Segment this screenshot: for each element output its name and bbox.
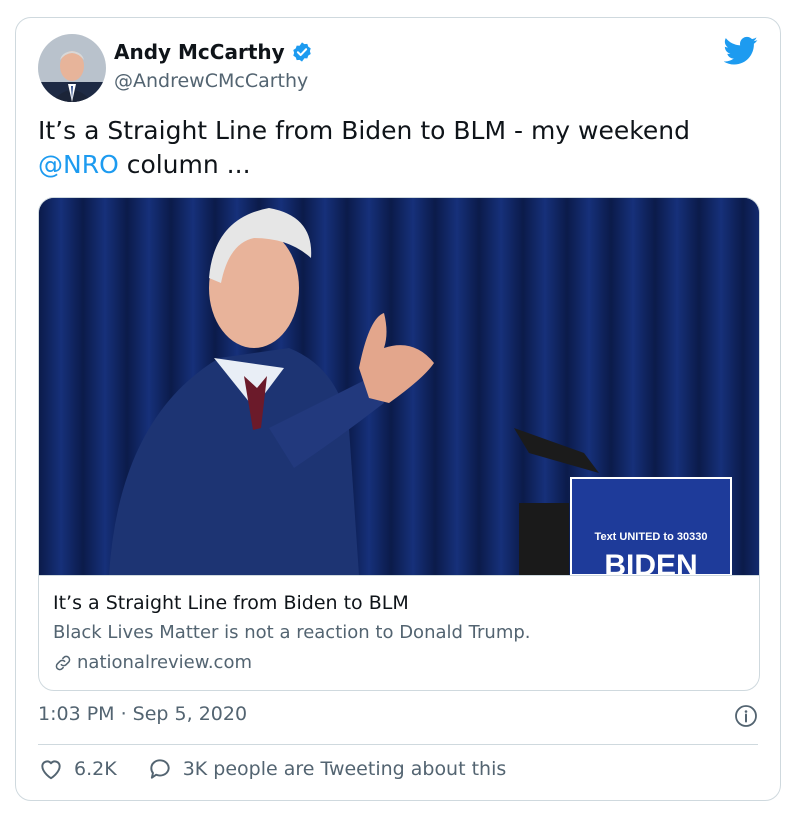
action-bar: 6.2K 3K people are Tweeting about this [38,756,536,782]
verified-badge-icon [292,42,311,62]
tweet-text-part: column ... [118,150,251,179]
tweeting-about-link[interactable]: 3K people are Tweeting about this [147,756,507,782]
tweet-text: It’s a Straight Line from Biden to BLM -… [38,114,758,182]
link-title: It’s a Straight Line from Biden to BLM [53,592,409,614]
heart-icon [41,760,61,780]
avatar[interactable] [38,34,106,102]
link-domain-text: nationalreview.com [77,652,252,673]
link-domain: nationalreview.com [53,650,745,676]
link-icon [55,655,71,671]
tweet-timestamp[interactable]: 1:03 PM · Sep 5, 2020 [38,703,247,725]
podium-sign-word: BIDEN [604,549,697,575]
link-preview-meta: It’s a Straight Line from Biden to BLM B… [39,575,759,690]
mention-link[interactable]: @NRO [38,150,119,179]
link-preview-image: Text UNITED to 30330 BIDEN [39,198,759,575]
tweet-text-part: It’s a Straight Line from Biden to BLM -… [38,116,690,145]
tweet-card: Andy McCarthy @AndrewCMcCarthy It’s a St… [15,17,781,801]
link-description: Black Lives Matter is not a reaction to … [53,622,531,643]
twitter-bird-icon[interactable] [724,36,758,66]
like-count: 6.2K [74,758,117,780]
divider [38,744,758,745]
info-icon[interactable] [734,704,758,728]
tweeting-about-text: 3K people are Tweeting about this [182,758,507,780]
user-handle[interactable]: @AndrewCMcCarthy [114,70,308,92]
reply-bubble-icon [150,759,170,779]
link-preview-card[interactable]: Text UNITED to 30330 BIDEN It’s a Straig… [38,197,760,691]
display-name[interactable]: Andy McCarthy [114,40,285,64]
podium-sign-text: Text UNITED to 30330 [595,531,708,543]
like-button[interactable]: 6.2K [38,756,117,782]
